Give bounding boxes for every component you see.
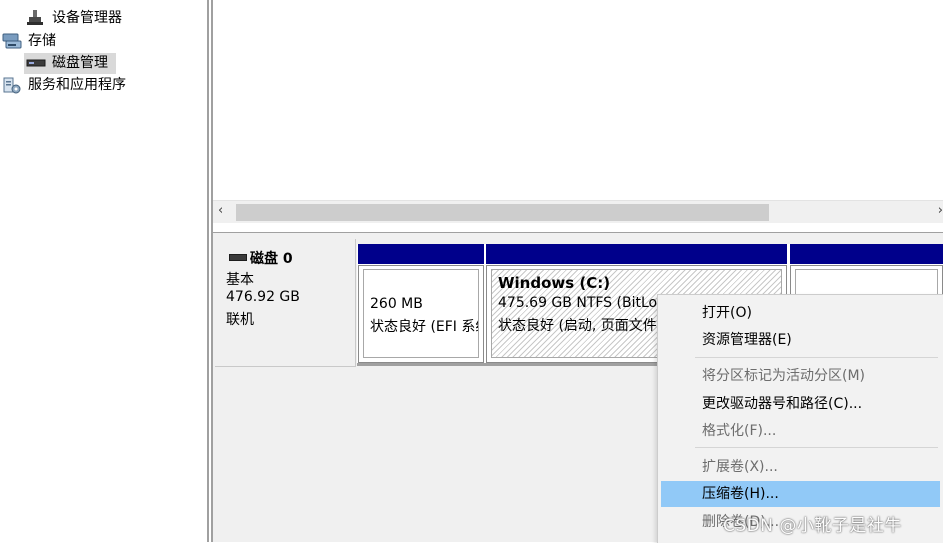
disk-size: 476.92 GB bbox=[226, 289, 300, 305]
disk-label-box[interactable]: 磁盘 0 基本 476.92 GB 联机 bbox=[215, 239, 356, 367]
disk-status: 联机 bbox=[226, 312, 254, 328]
device-manager-icon bbox=[26, 10, 44, 26]
services-apps-icon bbox=[2, 77, 21, 94]
tree-item-services-apps[interactable]: 服务和应用程序 bbox=[2, 75, 142, 96]
partition-size: 475.69 GB NTFS (BitLoc bbox=[498, 295, 665, 311]
partition-header bbox=[358, 244, 484, 264]
volume-list-pane bbox=[213, 0, 943, 200]
menu-item-format[interactable]: 格式化(F)... bbox=[658, 418, 943, 444]
disk-title: 磁盘 0 bbox=[229, 248, 293, 268]
tree-item-label: 设备管理器 bbox=[52, 10, 122, 26]
menu-item-change-drive-letter[interactable]: 更改驱动器号和路径(C)... bbox=[658, 391, 943, 417]
partition-header bbox=[486, 244, 787, 264]
disk-drive-icon bbox=[229, 253, 247, 261]
tree-item-device-manager[interactable]: 设备管理器 bbox=[26, 8, 136, 29]
navigation-tree: 设备管理器 存储 磁盘管理 服务和应用程序 bbox=[0, 0, 206, 542]
tree-item-disk-management[interactable]: 磁盘管理 bbox=[24, 53, 116, 74]
watermark: CSDN @小靴子是社牛 bbox=[723, 516, 902, 536]
menu-item-mark-active[interactable]: 将分区标记为活动分区(M) bbox=[658, 363, 943, 389]
partition-title: Windows (C:) bbox=[498, 274, 611, 292]
horizontal-scrollbar[interactable]: ‹ › bbox=[213, 200, 943, 224]
tree-item-storage[interactable]: 存储 bbox=[2, 31, 122, 52]
scroll-right-arrow-icon[interactable]: › bbox=[938, 203, 943, 218]
context-menu: 打开(O) 资源管理器(E) 将分区标记为活动分区(M) 更改驱动器号和路径(C… bbox=[657, 294, 943, 543]
partition-status: 状态良好 (EFI 系统 bbox=[370, 319, 479, 335]
disk-name: 磁盘 0 bbox=[250, 251, 293, 267]
menu-item-shrink-volume[interactable]: 压缩卷(H)... bbox=[661, 481, 940, 507]
menu-item-extend-volume[interactable]: 扩展卷(X)... bbox=[658, 454, 943, 480]
divider bbox=[213, 232, 943, 233]
tree-item-label: 存储 bbox=[28, 33, 56, 49]
tree-item-label: 磁盘管理 bbox=[52, 55, 108, 71]
partition-size: 260 MB bbox=[370, 296, 423, 312]
menu-separator bbox=[695, 447, 938, 448]
partition-efi-inner: 260 MB 状态良好 (EFI 系统 bbox=[363, 269, 479, 358]
splitter-line bbox=[207, 0, 209, 542]
partition-header bbox=[790, 244, 943, 264]
pane-gap bbox=[213, 223, 943, 232]
menu-item-explorer[interactable]: 资源管理器(E) bbox=[658, 327, 943, 353]
storage-icon bbox=[2, 33, 22, 49]
tree-item-label: 服务和应用程序 bbox=[28, 77, 126, 93]
scroll-left-arrow-icon[interactable]: ‹ bbox=[218, 203, 223, 218]
disk-management-icon bbox=[26, 56, 46, 72]
menu-separator bbox=[695, 357, 938, 358]
scrollbar-thumb[interactable] bbox=[236, 204, 769, 221]
disk-type: 基本 bbox=[226, 272, 254, 288]
menu-item-open[interactable]: 打开(O) bbox=[658, 300, 943, 326]
pane-splitter[interactable] bbox=[206, 0, 213, 542]
partition-status: 状态良好 (启动, 页面文件 bbox=[498, 318, 657, 334]
partition-efi[interactable]: 260 MB 状态良好 (EFI 系统 bbox=[358, 265, 484, 363]
